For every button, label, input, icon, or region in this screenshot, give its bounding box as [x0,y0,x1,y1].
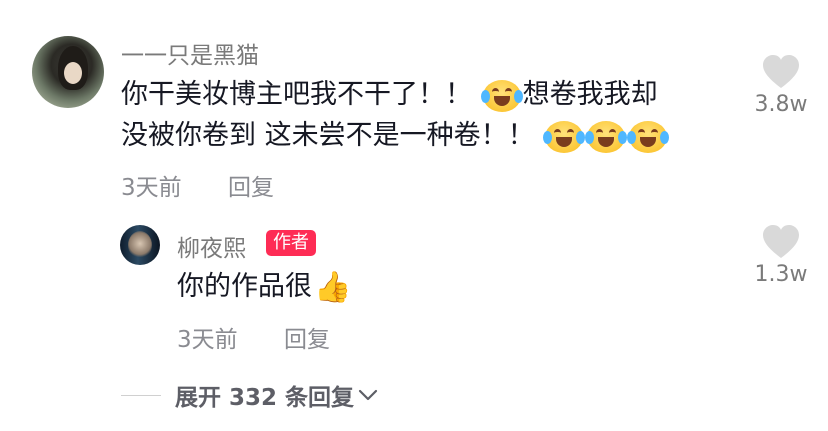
expand-replies-label: 展开 332 条回复 [175,385,355,411]
laugh-cry-emoji-icon [627,120,670,153]
comment-username[interactable]: 一一只是黑猫 [121,36,259,70]
expand-replies-button[interactable]: 展开 332 条回复 [121,378,378,412]
reply-button[interactable]: 回复 [228,168,274,202]
reply-reply-button[interactable]: 回复 [284,320,330,354]
reply-like-count: 1.3w [754,262,808,287]
user-avatar[interactable] [32,36,104,108]
heart-icon [763,55,799,88]
laugh-cry-emoji-icon [543,120,586,153]
comment-text-part3: 没被你卷到 这未尝不是一种卷！！ [121,120,535,151]
reply-text-content: 你的作品很 [177,271,312,302]
chevron-down-icon [358,389,378,401]
laugh-cry-emoji-icon [480,79,523,112]
divider-line [121,394,161,396]
comment-timestamp: 3天前 [121,175,182,201]
comment-text-part2: 想卷我我却 [522,79,658,110]
thumbs-up-icon: 👍 [314,269,352,305]
like-count: 3.8w [754,92,808,117]
comment-thread: 一一只是黑猫 你干美妆博主吧我不干了！！ 想卷我我却 没被你卷到 这未尝不是一种… [0,0,828,431]
laugh-cry-emoji-icon [585,120,628,153]
reply-like-button[interactable]: 1.3w [751,224,811,287]
comment-text-line2: 没被你卷到 这未尝不是一种卷！！ [121,114,670,158]
reply-username[interactable]: 柳夜熙 [177,229,246,263]
comment-text-line1: 你干美妆博主吧我不干了！！ 想卷我我却 [121,73,658,117]
author-avatar[interactable] [120,225,160,265]
like-button[interactable]: 3.8w [751,54,811,117]
reply-timestamp: 3天前 [177,327,238,353]
comment-text-part1: 你干美妆博主吧我不干了！！ [121,79,472,110]
reply-text: 你的作品很👍 [177,265,351,310]
author-badge: 作者 [266,230,316,256]
heart-icon [763,225,799,258]
